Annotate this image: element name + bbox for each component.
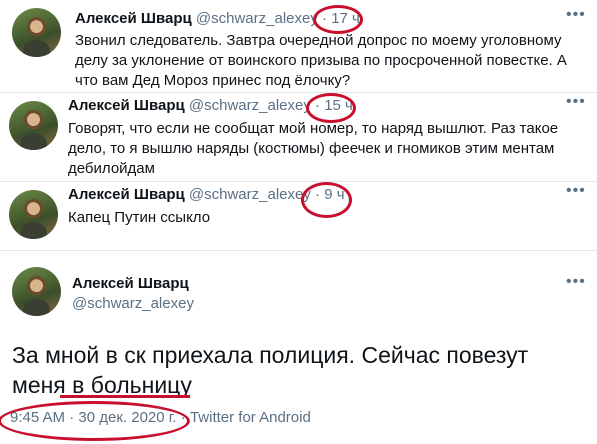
author-name[interactable]: Алексей Шварц (72, 275, 189, 292)
tweet-source-app[interactable]: Twitter for Android (190, 409, 311, 426)
avatar[interactable] (9, 101, 58, 150)
tweet-text: Капец Путин ссыкло (68, 209, 211, 226)
tweet-meta: 9:45 AM · 30 дек. 2020 г. · Twitter for … (10, 409, 311, 426)
author-handle[interactable]: @schwarz_alexey (189, 186, 311, 203)
author-name[interactable]: Алексей Шварц (68, 186, 185, 203)
main-tweet[interactable]: Алексей Шварц @schwarz_alexey ••• За мно… (0, 251, 597, 444)
separator: · (315, 186, 321, 203)
separator: · (322, 10, 328, 27)
tweet-timestamp[interactable]: 9:45 AM (10, 409, 65, 426)
avatar[interactable] (12, 8, 61, 57)
tweet-text: За мной в ск приехала полиция. Сейчас по… (12, 340, 592, 400)
tweet-time[interactable]: 15 ч (324, 97, 353, 114)
more-dots-icon[interactable]: ••• (566, 273, 586, 291)
more-dots-icon[interactable]: ••• (566, 93, 586, 111)
author-handle[interactable]: @schwarz_alexey (189, 97, 311, 114)
separator: · (69, 409, 75, 426)
tweet-time[interactable]: 17 ч (331, 10, 360, 27)
tweet-header: Алексей Шварц @schwarz_alexey · 17 ч (75, 10, 360, 27)
tweet-header: Алексей Шварц @schwarz_alexey · 9 ч (68, 186, 345, 203)
tweet-header: Алексей Шварц @schwarz_alexey · 15 ч (68, 97, 353, 114)
more-dots-icon[interactable]: ••• (566, 182, 586, 200)
tweet-text: Звонил следователь. Завтра очередной доп… (75, 32, 567, 89)
tweet-time[interactable]: 9 ч (324, 186, 344, 203)
tweet-text: Говорят, что если не сообщат мой номер, … (68, 120, 559, 177)
avatar[interactable] (9, 190, 58, 239)
tweet-2[interactable]: Алексей Шварц @schwarz_alexey · 15 ч •••… (0, 93, 597, 181)
underline-marker (60, 395, 190, 398)
author-handle[interactable]: @schwarz_alexey (72, 295, 194, 312)
separator: · (180, 409, 186, 426)
tweet-1[interactable]: Алексей Шварц @schwarz_alexey · 17 ч •••… (0, 0, 597, 92)
author-handle[interactable]: @schwarz_alexey (196, 10, 318, 27)
more-dots-icon[interactable]: ••• (566, 6, 586, 24)
tweet-3[interactable]: Алексей Шварц @schwarz_alexey · 9 ч ••• … (0, 182, 597, 250)
author-name[interactable]: Алексей Шварц (68, 97, 185, 114)
avatar[interactable] (12, 267, 61, 316)
author-name[interactable]: Алексей Шварц (75, 10, 192, 27)
separator: · (315, 97, 321, 114)
tweet-date[interactable]: 30 дек. 2020 г. (78, 409, 176, 426)
tweet-text-line-1: За мной в ск приехала полиция. Сейчас по… (12, 342, 529, 368)
